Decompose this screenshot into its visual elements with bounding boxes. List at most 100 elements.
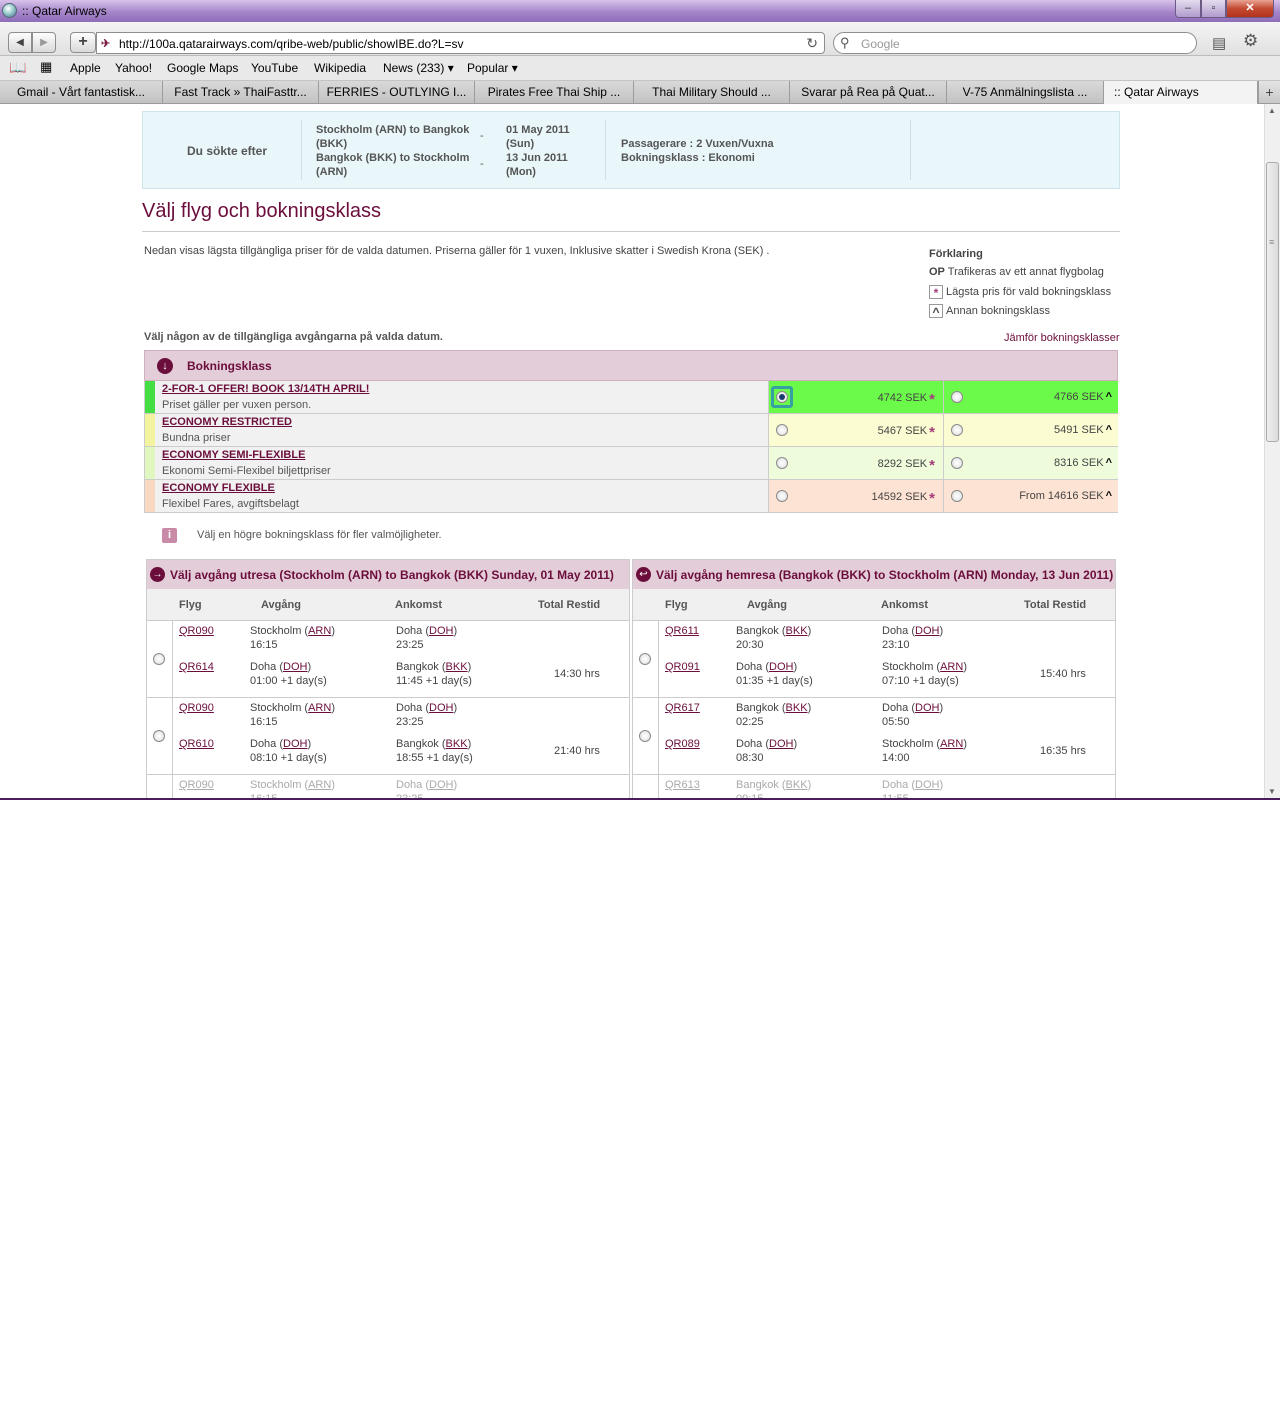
- inbound-price-radio[interactable]: [951, 424, 963, 436]
- booking-class-name-link[interactable]: ECONOMY FLEXIBLE: [162, 482, 275, 494]
- tab-thai-military[interactable]: Thai Military Should ...: [634, 81, 790, 103]
- flight-option-radio[interactable]: [639, 730, 651, 742]
- arrival-info: Stockholm (ARN) 07:10 +1 day(s): [882, 660, 967, 688]
- tab-svarar[interactable]: Svarar på Rea på Quat...: [790, 81, 947, 103]
- flight-number-link[interactable]: QR611: [665, 624, 699, 638]
- gear-icon[interactable]: ⚙: [1243, 31, 1258, 51]
- flight-option-radio-cell[interactable]: [147, 621, 173, 697]
- maximize-button[interactable]: ▫: [1201, 0, 1226, 18]
- arrival-airport-code-link[interactable]: ARN: [940, 738, 963, 750]
- back-button[interactable]: ◀: [8, 32, 32, 53]
- bookmark-youtube[interactable]: YouTube: [251, 61, 298, 75]
- arrival-airport-code-link[interactable]: DOH: [915, 702, 939, 714]
- flight-number-link[interactable]: QR090: [179, 778, 214, 792]
- departure-airport-code-link[interactable]: DOH: [283, 738, 307, 750]
- new-tab-button[interactable]: +: [1258, 81, 1280, 103]
- inbound-price-radio[interactable]: [951, 391, 963, 403]
- outbound-price-radio[interactable]: [776, 424, 788, 436]
- lowest-price-text: Lägsta pris för vald bokningsklass: [946, 285, 1112, 298]
- departure-airport-code-link[interactable]: DOH: [283, 661, 307, 673]
- outbound-price-cell[interactable]: 14592 SEK *: [768, 480, 943, 512]
- arrival-airport-code-link[interactable]: DOH: [915, 625, 939, 637]
- flight-number-link[interactable]: QR613: [665, 778, 700, 792]
- tab-gmail[interactable]: Gmail - Vårt fantastisk...: [0, 81, 163, 103]
- flight-option-radio-cell[interactable]: [633, 775, 659, 798]
- departure-airport-code-link[interactable]: ARN: [308, 625, 331, 637]
- tab-qatar-airways[interactable]: :: Qatar Airways: [1104, 81, 1258, 104]
- arrival-airport-code-link[interactable]: DOH: [915, 779, 939, 791]
- tab-ferries[interactable]: FERRIES - OUTLYING I...: [319, 81, 475, 103]
- reload-icon[interactable]: ↻: [806, 35, 818, 52]
- booking-class-name-link[interactable]: ECONOMY RESTRICTED: [162, 416, 292, 428]
- bookmark-apple[interactable]: Apple: [70, 61, 101, 75]
- arrival-airport-code-link[interactable]: BKK: [446, 661, 468, 673]
- inbound-price-cell[interactable]: 5491 SEK ^: [943, 414, 1118, 446]
- outbound-price-cell[interactable]: 8292 SEK *: [768, 447, 943, 479]
- bookmark-wikipedia[interactable]: Wikipedia: [314, 61, 366, 75]
- inbound-price-cell[interactable]: 8316 SEK ^: [943, 447, 1118, 479]
- inbound-price-cell[interactable]: 4766 SEK ^: [943, 381, 1118, 413]
- scroll-up-arrow-icon[interactable]: ▲: [1268, 106, 1276, 115]
- tab-fast-track[interactable]: Fast Track » ThaiFasttr...: [163, 81, 319, 103]
- flight-number-link[interactable]: QR617: [665, 701, 700, 715]
- arrival-airport-code-link[interactable]: DOH: [429, 702, 453, 714]
- scroll-down-arrow-icon[interactable]: ▼: [1268, 787, 1276, 796]
- flight-number-link[interactable]: QR090: [179, 624, 214, 638]
- bookmark-google-maps[interactable]: Google Maps: [167, 61, 238, 75]
- booking-class-name-link[interactable]: 2-FOR-1 OFFER! BOOK 13/14TH APRIL!: [162, 383, 369, 395]
- minimize-button[interactable]: ‒: [1175, 0, 1201, 18]
- departure-airport-code-link[interactable]: BKK: [786, 779, 808, 791]
- scrollbar-thumb[interactable]: [1266, 162, 1279, 442]
- arrival-airport-code-link[interactable]: BKK: [446, 738, 468, 750]
- outbound-price-radio[interactable]: [776, 457, 788, 469]
- tab-v75[interactable]: V-75 Anmälningslista ...: [947, 81, 1104, 103]
- departure-airport-code-link[interactable]: ARN: [308, 702, 331, 714]
- flight-number-link[interactable]: QR090: [179, 701, 214, 715]
- top-sites-grid-icon[interactable]: ▦: [40, 59, 52, 75]
- flight-option-radio-cell[interactable]: [147, 775, 173, 798]
- address-bar[interactable]: ✈ http://100a.qatarairways.com/qribe-web…: [96, 32, 825, 54]
- departure-airport-code-link[interactable]: ARN: [308, 779, 331, 791]
- departure-airport-code-link[interactable]: BKK: [786, 702, 808, 714]
- outbound-price-cell[interactable]: 4742 SEK *: [768, 381, 943, 413]
- flight-option-radio[interactable]: [153, 730, 165, 742]
- flight-option-radio-cell[interactable]: [633, 621, 659, 697]
- bookmark-popular[interactable]: Popular ▾: [467, 61, 518, 75]
- bookmarks-book-icon[interactable]: 📖: [9, 59, 26, 76]
- vertical-scrollbar[interactable]: ▲ ≡ ▼: [1264, 104, 1280, 798]
- flight-number-link[interactable]: QR089: [665, 737, 700, 751]
- outbound-price-cell[interactable]: 5467 SEK *: [768, 414, 943, 446]
- forward-button[interactable]: ▶: [32, 32, 56, 53]
- departure-airport-code-link[interactable]: DOH: [769, 738, 793, 750]
- passengers-text: Passagerare : 2 Vuxen/Vuxna: [621, 138, 774, 150]
- inbound-price-radio[interactable]: [951, 490, 963, 502]
- compare-classes-link[interactable]: Jämför bokningsklasser: [1004, 332, 1120, 344]
- departure-airport-code-link[interactable]: DOH: [769, 661, 793, 673]
- booking-class-name-link[interactable]: ECONOMY SEMI-FLEXIBLE: [162, 449, 305, 461]
- arrival-airport-code-link[interactable]: DOH: [429, 779, 453, 791]
- flight-option-radio[interactable]: [153, 653, 165, 665]
- search-field[interactable]: ⚲ Google: [833, 32, 1197, 54]
- flight-number-link[interactable]: QR614: [179, 660, 214, 674]
- tab-pirates[interactable]: Pirates Free Thai Ship ...: [475, 81, 634, 103]
- flight-option-radio-cell[interactable]: [633, 698, 659, 774]
- flight-number-link[interactable]: QR610: [179, 737, 214, 751]
- close-window-button[interactable]: ✕: [1226, 0, 1274, 18]
- outbound-price-radio[interactable]: [776, 490, 788, 502]
- search-summary-label: Du sökte efter: [187, 144, 268, 158]
- arrival-airport-code-link[interactable]: ARN: [940, 661, 963, 673]
- departure-city-line: Stockholm (ARN): [250, 778, 335, 792]
- inbound-price-radio[interactable]: [951, 457, 963, 469]
- flight-option-radio-cell[interactable]: [147, 698, 173, 774]
- page-menu-icon[interactable]: ▤: [1212, 34, 1226, 52]
- flight-option-radio[interactable]: [639, 653, 651, 665]
- arrival-airport-code-link[interactable]: DOH: [429, 625, 453, 637]
- bookmark-yahoo[interactable]: Yahoo!: [115, 61, 152, 75]
- booking-class-row: ECONOMY RESTRICTED Bundna priser 5467 SEK *…: [144, 414, 1118, 447]
- departure-airport-code-link[interactable]: BKK: [786, 625, 808, 637]
- bookmark-news[interactable]: News (233) ▾: [383, 61, 454, 75]
- inbound-price-cell[interactable]: From 14616 SEK ^: [943, 480, 1118, 512]
- add-bookmark-button[interactable]: +: [70, 32, 96, 53]
- outbound-price-radio[interactable]: [776, 391, 788, 403]
- flight-number-link[interactable]: QR091: [665, 660, 700, 674]
